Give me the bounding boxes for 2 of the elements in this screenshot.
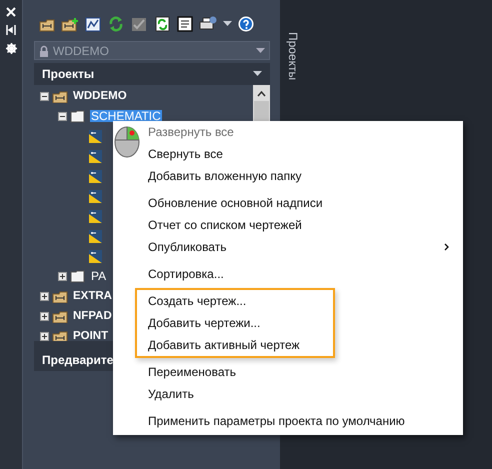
panel-title: Предварите bbox=[42, 353, 114, 367]
panel-title: Проекты bbox=[42, 67, 94, 81]
